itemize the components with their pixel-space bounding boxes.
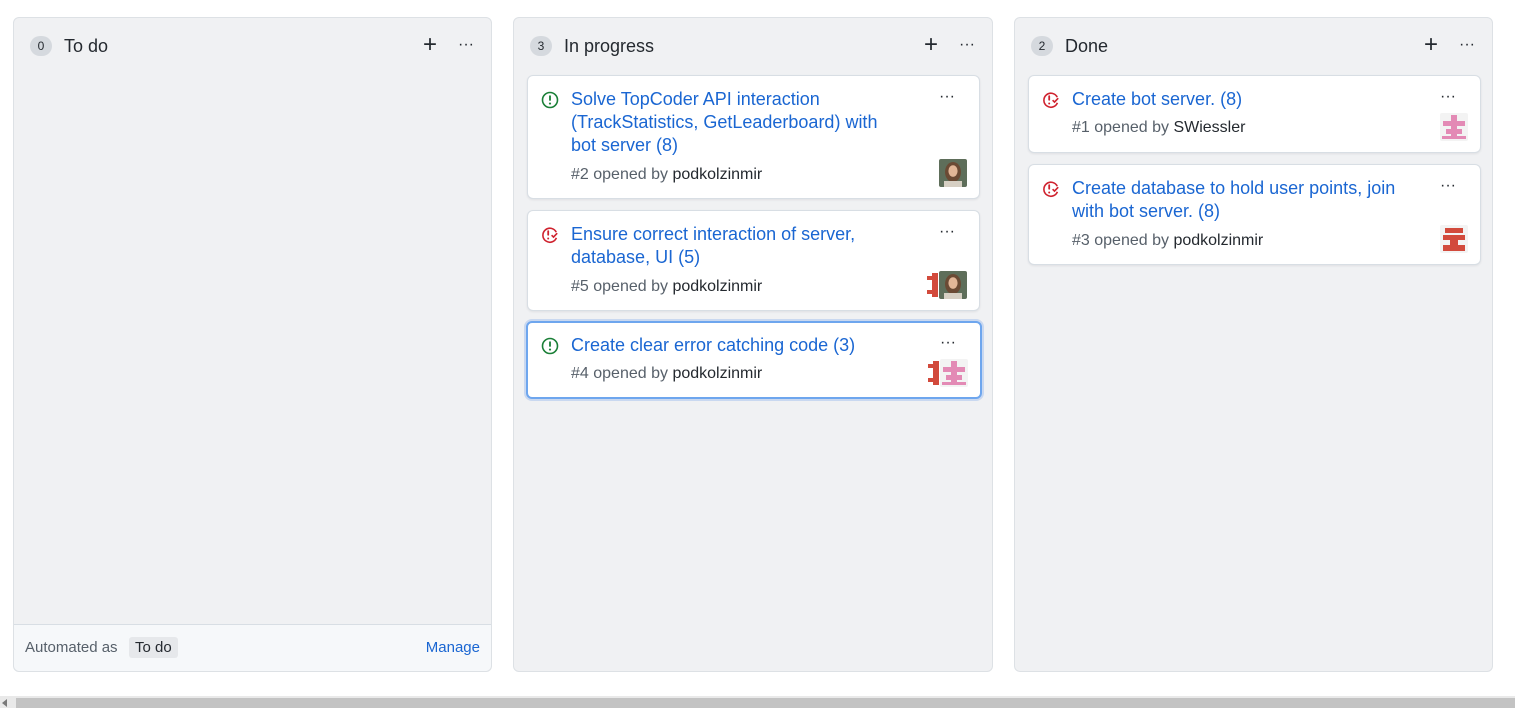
issue-open-icon	[541, 337, 559, 355]
photo-avatar[interactable]	[939, 271, 967, 299]
issue-number: #2	[571, 166, 589, 183]
column-to-do: 0 To do + ··· Automated as To do Manage	[13, 17, 492, 672]
issue-card[interactable]: Ensure correct interaction of server, da…	[527, 210, 980, 311]
automation-preset: To do	[129, 637, 178, 658]
issue-meta: #1 opened by SWiessler	[1072, 118, 1245, 138]
card-menu-button[interactable]: ···	[1436, 88, 1460, 108]
red-identicon-avatar[interactable]	[927, 271, 939, 299]
automation-label: Automated as	[25, 639, 118, 656]
scroll-left-arrow-icon[interactable]	[2, 699, 7, 707]
column-header: 0 To do + ···	[14, 18, 491, 74]
column-menu-button[interactable]: ···	[1455, 34, 1479, 56]
issue-card[interactable]: Create bot server. (8) #1 opened by SWie…	[1028, 75, 1481, 153]
card-count-badge: 3	[530, 36, 552, 56]
red-identicon-avatar[interactable]	[1440, 225, 1468, 253]
column-menu-button[interactable]: ···	[454, 34, 478, 56]
issue-meta: #2 opened by podkolzinmir	[571, 165, 762, 185]
column-menu-button[interactable]: ···	[955, 34, 979, 56]
issue-title-link[interactable]: Create database to hold user points, joi…	[1072, 177, 1432, 223]
pink-identicon-avatar[interactable]	[940, 359, 968, 387]
issue-author-link[interactable]: podkolzinmir	[672, 365, 762, 382]
column-title: Done	[1065, 36, 1109, 56]
issue-author-link[interactable]: podkolzinmir	[672, 278, 762, 295]
card-menu-button[interactable]: ···	[935, 88, 959, 108]
issue-card[interactable]: Solve TopCoder API interaction (TrackSta…	[527, 75, 980, 199]
issue-author-link[interactable]: podkolzinmir	[672, 166, 762, 183]
issue-author-link[interactable]: SWiessler	[1173, 119, 1245, 136]
issue-meta: #4 opened by podkolzinmir	[571, 364, 762, 384]
pink-identicon-avatar[interactable]	[1440, 113, 1468, 141]
issue-closed-icon	[1043, 181, 1059, 198]
issue-open-icon	[541, 91, 559, 109]
issue-meta: #5 opened by podkolzinmir	[571, 277, 762, 297]
red-identicon-avatar[interactable]	[928, 359, 940, 387]
card-menu-button[interactable]: ···	[935, 223, 959, 243]
issue-number: #5	[571, 278, 589, 295]
issue-title-link[interactable]: Create bot server. (8)	[1072, 88, 1402, 111]
issue-closed-icon	[542, 227, 558, 244]
horizontal-scrollbar[interactable]	[0, 696, 1515, 708]
issue-title-link[interactable]: Ensure correct interaction of server, da…	[571, 223, 901, 269]
card-menu-button[interactable]: ···	[1436, 177, 1460, 197]
issue-card[interactable]: Create database to hold user points, joi…	[1028, 164, 1481, 265]
issue-author-link[interactable]: podkolzinmir	[1173, 232, 1263, 249]
issue-meta: #3 opened by podkolzinmir	[1072, 231, 1263, 251]
opened-by-label: opened by	[593, 166, 668, 183]
column-header: 3 In progress + ···	[514, 18, 992, 74]
issue-number: #1	[1072, 119, 1090, 136]
issue-closed-icon	[1043, 92, 1059, 109]
card-count-badge: 0	[30, 36, 52, 56]
opened-by-label: opened by	[593, 365, 668, 382]
add-card-button[interactable]: +	[920, 33, 942, 57]
scrollbar-thumb[interactable]	[16, 698, 1515, 708]
card-count-badge: 2	[1031, 36, 1053, 56]
card-menu-button[interactable]: ···	[936, 334, 960, 354]
column-in-progress: 3 In progress + ··· Solve TopCoder API i…	[513, 17, 993, 672]
opened-by-label: opened by	[1094, 232, 1169, 249]
issue-number: #3	[1072, 232, 1090, 249]
column-header: 2 Done + ···	[1015, 18, 1492, 74]
column-title: To do	[64, 36, 109, 56]
issue-number: #4	[571, 365, 589, 382]
opened-by-label: opened by	[1094, 119, 1169, 136]
issue-title-link[interactable]: Solve TopCoder API interaction (TrackSta…	[571, 88, 901, 157]
photo-avatar[interactable]	[939, 159, 967, 187]
column-done: 2 Done + ··· Create bot server. (8) #1 o…	[1014, 17, 1493, 672]
column-footer: Automated as To do Manage	[14, 624, 491, 671]
issue-card-selected[interactable]: Create clear error catching code (3) #4 …	[526, 321, 982, 399]
add-card-button[interactable]: +	[419, 33, 441, 57]
add-card-button[interactable]: +	[1420, 33, 1442, 57]
opened-by-label: opened by	[593, 278, 668, 295]
manage-automation-link[interactable]: Manage	[426, 639, 480, 656]
column-title: In progress	[564, 36, 655, 56]
issue-title-link[interactable]: Create clear error catching code (3)	[571, 334, 901, 357]
